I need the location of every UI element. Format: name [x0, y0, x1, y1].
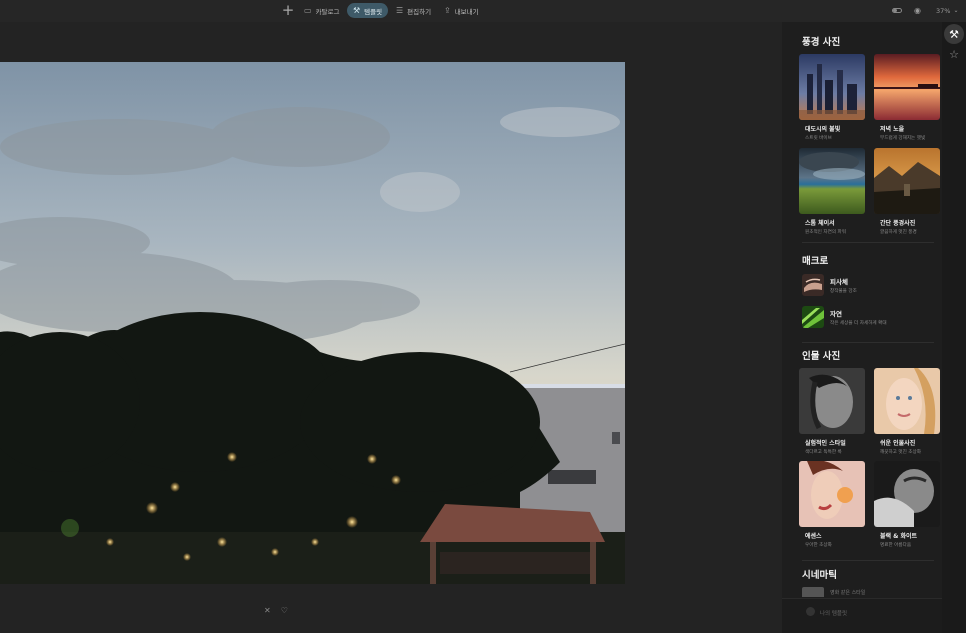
section-divider: [802, 560, 934, 561]
template-thumbnail: [799, 54, 865, 120]
template-thumbnail: [874, 148, 940, 214]
favorites-rail-button[interactable]: ☆: [944, 44, 964, 64]
image-canvas[interactable]: ✕ ♡: [0, 22, 782, 633]
section-title-cinematic: 시네마틱: [802, 570, 837, 581]
template-title: 스톰 체이서: [805, 220, 835, 227]
template-title: 쉬운 인물사진: [880, 440, 916, 447]
preview-button[interactable]: ◉: [914, 3, 921, 18]
tab-catalog[interactable]: ▭ 카탈로그: [298, 3, 345, 18]
template-card-city-lights[interactable]: 대도시의 불빛 스트릿 바이브: [799, 54, 865, 141]
template-subtitle: 스트릿 바이브: [805, 136, 832, 141]
magic-wand-icon: ⚒: [949, 27, 959, 41]
sliders-icon: ☰: [396, 6, 404, 15]
template-thumbnail: [799, 148, 865, 214]
template-thumbnail: [874, 461, 940, 527]
templates-panel: 풍경 사진 대도시의 불빛 스트릿 바이브 저녁 노을 부드럽게 강해지는 햇빛…: [782, 22, 942, 633]
template-title: 피사체: [830, 278, 848, 286]
cinematic-peek-thumbnail: [802, 587, 824, 597]
templates-rail-button[interactable]: ⚒: [944, 24, 964, 44]
template-subtitle: 우아한 초상화: [805, 543, 832, 548]
template-thumbnail: [799, 368, 865, 434]
template-subtitle: 원초적인 자연의 파워: [805, 230, 846, 235]
template-title: 자연: [830, 310, 842, 318]
template-title: 간단 풍경사진: [880, 220, 916, 227]
toggle-icon: [892, 8, 902, 13]
folder-icon: ▭: [304, 6, 312, 15]
edited-photo[interactable]: [0, 62, 625, 584]
template-title: 에센스: [805, 533, 822, 540]
template-item-subject[interactable]: 피사체 창작물을 강조: [802, 274, 857, 296]
top-toolbar: + ▭ 카탈로그 ⚒ 템플릿 ☰ 편집하기 ⇪ 내보내기 ◉ 37% ⌄: [0, 0, 966, 22]
tab-templates[interactable]: ⚒ 템플릿: [347, 3, 389, 18]
template-subtitle: 작은 세상을 더 자세하게 확대: [830, 321, 887, 326]
zoom-dropdown[interactable]: 37% ⌄: [936, 3, 958, 18]
template-subtitle: 깨끗하고 멋진 초상화: [880, 450, 921, 455]
star-icon: ☆: [949, 47, 959, 61]
share-icon: ⇪: [444, 6, 451, 15]
cinematic-peek-label: 영화 같은 스타일: [830, 590, 866, 596]
template-thumbnail: [802, 306, 824, 328]
chevron-down-icon: ⌄: [953, 7, 959, 14]
template-item-nature[interactable]: 자연 작은 세상을 더 자세하게 확대: [802, 306, 887, 328]
template-subtitle: 명료한 아름다움: [880, 543, 912, 548]
template-title: 대도시의 불빛: [805, 126, 841, 133]
template-card-sunset[interactable]: 저녁 노을 부드럽게 강해지는 햇빛: [874, 54, 940, 141]
plus-icon[interactable]: +: [280, 2, 296, 18]
template-title: 블랙 & 화이트: [880, 533, 918, 540]
template-thumbnail: [799, 461, 865, 527]
template-thumbnail: [874, 54, 940, 120]
tab-templates-label: 템플릿: [364, 7, 383, 16]
right-rail: ⚒ ☆: [942, 22, 966, 633]
view-toggle[interactable]: [892, 3, 902, 18]
magic-wand-icon: ⚒: [353, 6, 361, 15]
tab-edit-label: 편집하기: [407, 7, 432, 16]
template-title: 실험적인 스타일: [805, 440, 846, 447]
tab-export[interactable]: ⇪ 내보내기: [438, 3, 485, 18]
my-templates-label: 나의 템플릿: [820, 611, 848, 617]
section-title-portrait: 인물 사진: [802, 351, 841, 362]
template-subtitle: 색다르고 독특한 룩: [805, 450, 842, 455]
template-card-easy-portrait[interactable]: 쉬운 인물사진 깨끗하고 멋진 초상화: [874, 368, 940, 455]
section-divider: [802, 242, 934, 243]
heart-icon[interactable]: ♡: [281, 606, 288, 615]
template-card-simple-landscape[interactable]: 간단 풍경사진 깔끔하게 멋진 풍경: [874, 148, 940, 235]
template-card-essence[interactable]: 에센스 우아한 초상화: [799, 461, 865, 548]
template-card-experimental[interactable]: 실험적인 스타일 색다르고 독특한 룩: [799, 368, 865, 455]
template-thumbnail: [802, 274, 824, 296]
photo-actions: ✕ ♡: [264, 606, 288, 615]
template-card-black-white[interactable]: 블랙 & 화이트 명료한 아름다움: [874, 461, 940, 548]
my-templates-icon: [806, 607, 815, 616]
template-subtitle: 창작물을 강조: [830, 289, 857, 294]
section-title-macro: 매크로: [802, 256, 829, 267]
template-thumbnail: [874, 368, 940, 434]
tab-catalog-label: 카탈로그: [315, 7, 340, 16]
zoom-level: 37%: [936, 6, 951, 15]
template-card-storm-chaser[interactable]: 스톰 체이서 원초적인 자연의 파워: [799, 148, 865, 235]
section-title-landscape: 풍경 사진: [802, 37, 841, 48]
template-subtitle: 깔끔하게 멋진 풍경: [880, 230, 917, 235]
tab-edit[interactable]: ☰ 편집하기: [390, 3, 437, 18]
template-subtitle: 부드럽게 강해지는 햇빛: [880, 136, 926, 141]
my-templates-bar[interactable]: 영화 같은 스타일 나의 템플릿: [782, 587, 942, 633]
tab-export-label: 내보내기: [454, 7, 479, 16]
template-title: 저녁 노을: [880, 126, 905, 133]
eye-icon: ◉: [914, 6, 921, 15]
reject-icon[interactable]: ✕: [264, 606, 271, 615]
section-divider: [802, 342, 934, 343]
